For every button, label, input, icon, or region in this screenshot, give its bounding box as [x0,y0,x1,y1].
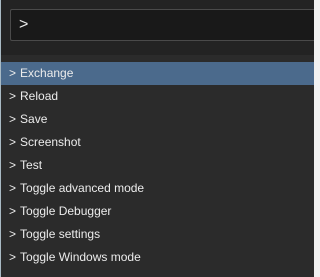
command-label: Test [20,158,43,172]
command-item-toggle-debugger[interactable]: > Toggle Debugger [1,200,314,223]
command-label: Save [20,112,48,126]
command-prefix: > [9,181,17,195]
command-prefix: > [9,250,17,264]
command-prefix: > [9,112,17,126]
command-label: Reload [20,89,59,103]
command-item-toggle-advanced-mode[interactable]: > Toggle advanced mode [1,177,314,200]
command-item-test[interactable]: > Test [1,154,314,177]
command-label: Exchange [20,66,74,80]
command-prefix: > [9,89,17,103]
command-prefix: > [9,135,17,149]
command-input[interactable] [10,9,314,41]
command-prefix: > [9,227,17,241]
command-prefix: > [9,66,17,80]
command-list: > Exchange > Reload > Save > Screenshot > Tes… [1,62,314,269]
command-item-exchange[interactable]: > Exchange [1,62,314,85]
command-prefix: > [9,204,17,218]
command-item-toggle-settings[interactable]: > Toggle settings [1,223,314,246]
command-label: Toggle settings [20,227,101,241]
command-item-toggle-windows-mode[interactable]: > Toggle Windows mode [1,246,314,269]
command-item-screenshot[interactable]: > Screenshot [1,131,314,154]
command-item-save[interactable]: > Save [1,108,314,131]
command-label: Toggle Windows mode [20,250,141,264]
command-label: Screenshot [20,135,81,149]
command-palette-header [1,0,314,55]
command-prefix: > [9,158,17,172]
command-palette: >Exchange >Reload >Save >Screenshot >Tes… [0,0,314,277]
command-item-reload[interactable]: > Reload [1,85,314,108]
command-label: Toggle Debugger [20,204,112,218]
command-label: Toggle advanced mode [20,181,145,195]
